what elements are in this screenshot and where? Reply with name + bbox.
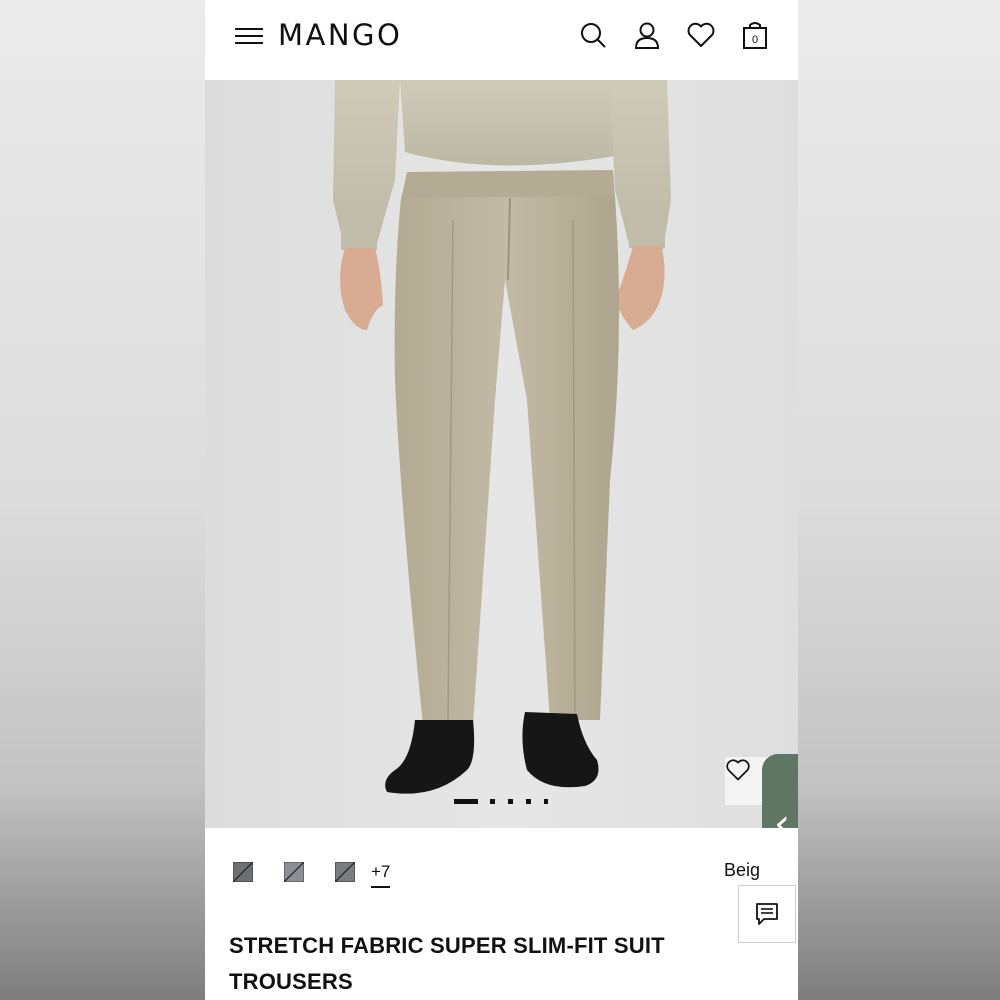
user-icon[interactable] xyxy=(632,20,662,50)
menu-icon[interactable] xyxy=(235,26,263,46)
brand-logo[interactable]: MANGO xyxy=(278,18,402,52)
background-left xyxy=(0,0,205,1000)
heart-icon xyxy=(726,759,750,781)
pagination-dot-active[interactable] xyxy=(454,799,478,804)
pagination-dot[interactable] xyxy=(490,799,495,804)
chat-icon xyxy=(756,903,778,925)
bag-icon[interactable]: 0 xyxy=(740,20,770,50)
background-right xyxy=(798,0,1000,1000)
app-window: MANGO 0 ‹ +7 Beig STRETCH FABRIC SUPER S… xyxy=(205,0,798,1000)
top-header: MANGO 0 xyxy=(205,0,798,80)
chat-button[interactable] xyxy=(738,885,796,943)
product-image[interactable] xyxy=(205,80,798,828)
pagination-dot[interactable] xyxy=(544,799,548,804)
product-info: +7 Beig STRETCH FABRIC SUPER SLIM-FIT SU… xyxy=(205,828,798,1000)
color-swatch[interactable] xyxy=(232,861,254,883)
selected-color-label: Beig xyxy=(724,860,761,880)
color-swatch[interactable] xyxy=(283,861,305,883)
bag-count: 0 xyxy=(752,34,758,46)
pagination-dot[interactable] xyxy=(526,799,531,804)
color-swatch[interactable] xyxy=(334,861,356,883)
search-icon[interactable] xyxy=(578,20,608,50)
heart-icon[interactable] xyxy=(686,20,716,50)
product-title: STRETCH FABRIC SUPER SLIM-FIT SUIT TROUS… xyxy=(229,933,665,994)
more-colors-link[interactable]: +7 xyxy=(371,862,391,888)
pagination-dot[interactable] xyxy=(508,799,513,804)
